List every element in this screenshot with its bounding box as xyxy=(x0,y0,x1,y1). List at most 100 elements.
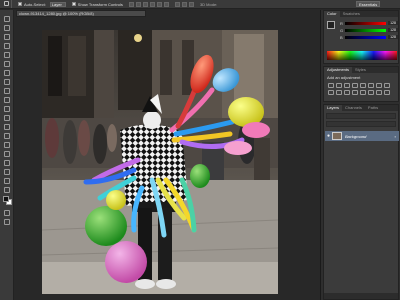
green-slider-row: G 128 xyxy=(340,27,398,33)
healing-brush-tool[interactable] xyxy=(3,70,11,77)
lock-icon: ▪ xyxy=(394,133,396,139)
align-right-icon[interactable] xyxy=(163,1,169,7)
path-select-tool[interactable] xyxy=(3,160,11,167)
color-panel-tabs: Color Swatches xyxy=(324,11,398,17)
brightness-contrast-icon[interactable] xyxy=(328,83,334,88)
vibrance-icon[interactable] xyxy=(360,83,366,88)
quick-select-tool[interactable] xyxy=(3,43,11,50)
color-panel: Color Swatches R 128 G 128 B 128 xyxy=(323,10,399,64)
gradient-tool[interactable] xyxy=(3,115,11,122)
color-spectrum-ramp[interactable] xyxy=(327,51,397,60)
shape-tool[interactable] xyxy=(3,169,11,176)
dodge-icon xyxy=(4,133,10,139)
blue-value-field[interactable]: 128 xyxy=(388,35,398,39)
foreground-background-colors[interactable] xyxy=(3,196,12,205)
tab-layers[interactable]: Layers xyxy=(324,105,343,111)
posterize-icon[interactable] xyxy=(360,90,366,95)
hand-icon xyxy=(4,178,10,184)
type-tool[interactable] xyxy=(3,151,11,158)
align-middle-icon[interactable] xyxy=(135,1,141,7)
hand-tool[interactable] xyxy=(3,178,11,185)
bandage-icon xyxy=(4,70,10,76)
channel-mixer-icon[interactable] xyxy=(336,90,342,95)
distribute-top-icon[interactable] xyxy=(174,1,180,7)
brush-tool[interactable] xyxy=(3,79,11,86)
move-tool[interactable] xyxy=(3,16,11,23)
adjustments-title: Add an adjustment xyxy=(327,75,361,80)
quick-mask-icon xyxy=(4,210,10,216)
color-lookup-icon[interactable] xyxy=(344,90,350,95)
hue-saturation-icon[interactable] xyxy=(368,83,374,88)
green-channel-label: G xyxy=(340,27,344,33)
levels-icon[interactable] xyxy=(336,83,342,88)
history-brush-tool[interactable] xyxy=(3,97,11,104)
blue-slider-row: B 128 xyxy=(340,35,398,40)
tab-swatches[interactable]: Swatches xyxy=(340,11,363,17)
type-icon xyxy=(4,151,10,157)
auto-select-checkbox[interactable]: Auto-Select: xyxy=(18,2,46,7)
screen-mode-toggle[interactable] xyxy=(3,219,11,226)
threshold-icon[interactable] xyxy=(368,90,374,95)
arrow-icon xyxy=(4,160,10,166)
align-top-icon[interactable] xyxy=(128,1,134,7)
distribute-middle-icon[interactable] xyxy=(181,1,187,7)
image-canvas[interactable] xyxy=(42,30,278,294)
workspace-dropdown[interactable]: Essentials xyxy=(356,1,380,7)
black-white-icon[interactable] xyxy=(384,83,390,88)
show-transform-checkbox[interactable]: Show Transform Controls xyxy=(71,2,123,7)
visibility-eye-icon[interactable]: ● xyxy=(325,133,332,139)
align-center-icon[interactable] xyxy=(156,1,162,7)
gradient-icon xyxy=(4,115,10,121)
eyedropper-tool[interactable] xyxy=(3,61,11,68)
tab-styles[interactable]: Styles xyxy=(352,67,369,73)
pen-tool[interactable] xyxy=(3,142,11,149)
foreground-color-swatch[interactable] xyxy=(327,21,335,29)
move-icon xyxy=(4,16,10,22)
move-tool-preset[interactable] xyxy=(2,0,12,8)
marquee-icon xyxy=(4,25,10,31)
curves-icon[interactable] xyxy=(344,83,350,88)
history-brush-icon xyxy=(4,97,10,103)
crop-tool[interactable] xyxy=(3,52,11,59)
blend-mode-opacity-row[interactable] xyxy=(326,121,396,127)
blue-slider[interactable] xyxy=(345,35,386,39)
tab-channels[interactable]: Channels xyxy=(342,105,365,111)
stamp-icon xyxy=(4,88,10,94)
red-value-field[interactable]: 128 xyxy=(388,21,398,25)
zoom-icon xyxy=(4,187,10,193)
exposure-icon[interactable] xyxy=(352,83,358,88)
blur-tool[interactable] xyxy=(3,124,11,131)
quick-mask-toggle[interactable] xyxy=(3,210,11,217)
tab-adjustments[interactable]: Adjustments xyxy=(324,67,353,73)
dodge-tool[interactable] xyxy=(3,133,11,140)
tab-color[interactable]: Color xyxy=(324,11,340,17)
lasso-tool[interactable] xyxy=(3,34,11,41)
green-slider[interactable] xyxy=(345,28,386,32)
color-balance-icon[interactable] xyxy=(376,83,382,88)
tab-paths[interactable]: Paths xyxy=(365,105,381,111)
document-tab[interactable]: clown-913414_1280.jpg @ 100% (RGB/8) xyxy=(16,10,146,17)
eraser-tool[interactable] xyxy=(3,106,11,113)
foreground-color-swatch[interactable] xyxy=(3,196,9,202)
selective-color-icon[interactable] xyxy=(384,90,390,95)
invert-icon[interactable] xyxy=(352,90,358,95)
distribute-bottom-icon[interactable] xyxy=(188,1,194,7)
panel-dock: Color Swatches R 128 G 128 B 128 Adjustm… xyxy=(320,10,400,300)
align-bottom-icon[interactable] xyxy=(142,1,148,7)
gradient-map-icon[interactable] xyxy=(376,90,382,95)
marquee-tool[interactable] xyxy=(3,25,11,32)
layer-filter-row[interactable] xyxy=(326,113,396,119)
zoom-tool[interactable] xyxy=(3,187,11,194)
options-bar: Auto-Select: Layer Show Transform Contro… xyxy=(0,0,400,9)
screen-mode-icon xyxy=(4,219,10,225)
photo-filter-icon[interactable] xyxy=(328,90,334,95)
auto-select-target-dropdown[interactable]: Layer xyxy=(49,1,66,7)
checkbox-box xyxy=(18,2,22,6)
checkbox-box xyxy=(71,2,76,6)
red-slider[interactable] xyxy=(345,21,386,25)
clone-stamp-tool[interactable] xyxy=(3,88,11,95)
blur-icon xyxy=(4,124,10,130)
green-value-field[interactable]: 128 xyxy=(388,28,398,32)
align-left-icon[interactable] xyxy=(149,1,155,7)
layer-row-background[interactable]: ● Background ▪ xyxy=(325,131,399,141)
